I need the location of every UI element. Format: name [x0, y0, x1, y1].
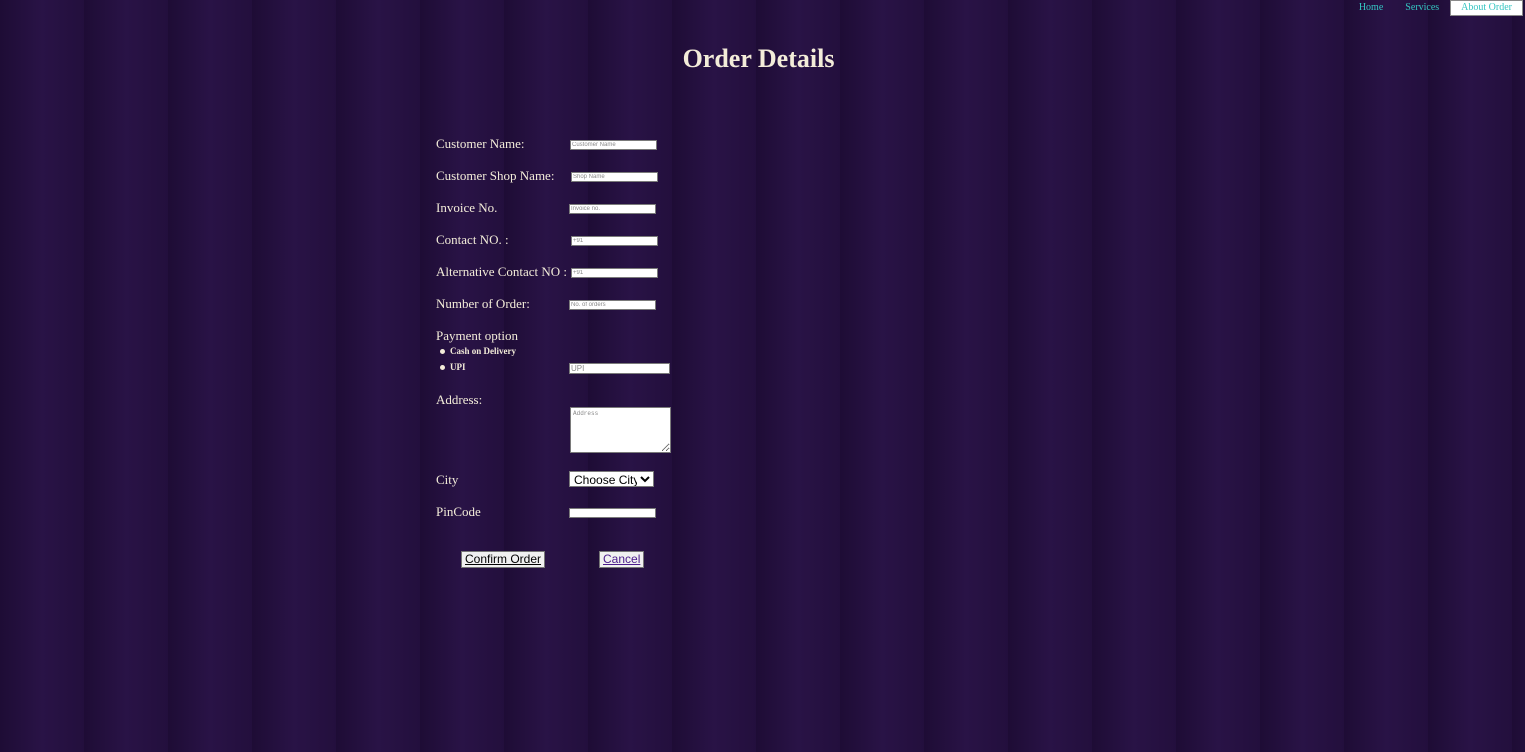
city-label: City: [436, 472, 459, 487]
upi-input[interactable]: [569, 363, 670, 374]
address-textarea[interactable]: [570, 407, 671, 453]
alt-contact-no-input[interactable]: [571, 268, 658, 278]
shop-name-label: Customer Shop Name:: [436, 168, 555, 183]
nav-about-order-link[interactable]: About Order: [1450, 0, 1523, 16]
page-title: Order Details: [682, 44, 835, 73]
upi-radio-label: UPI: [450, 362, 466, 372]
number-of-order-label: Number of Order:: [436, 296, 530, 311]
number-of-order-input[interactable]: [569, 300, 656, 310]
contact-no-label: Contact NO. :: [436, 232, 509, 247]
cancel-button[interactable]: Cancel: [599, 551, 645, 568]
pincode-label: PinCode: [436, 504, 481, 519]
payment-option-upi[interactable]: UPI: [440, 362, 466, 372]
nav-services-link[interactable]: Services: [1394, 0, 1450, 16]
confirm-order-button[interactable]: Confirm Order: [461, 551, 546, 568]
pincode-input[interactable]: [569, 508, 656, 518]
upi-radio[interactable]: [440, 364, 445, 370]
contact-no-input[interactable]: [571, 236, 658, 246]
cod-radio[interactable]: [440, 348, 445, 354]
alt-contact-no-label: Alternative Contact NO :: [436, 264, 568, 279]
shop-name-input[interactable]: [571, 172, 658, 182]
payment-option-label: Payment option: [436, 328, 518, 343]
city-select[interactable]: Choose City: [569, 471, 654, 487]
customer-name-label: Customer Name:: [436, 136, 525, 151]
payment-option-cod[interactable]: Cash on Delivery: [440, 346, 516, 356]
invoice-no-label: Invoice No.: [436, 200, 498, 215]
address-label: Address:: [436, 392, 483, 407]
customer-name-input[interactable]: [570, 140, 657, 150]
top-nav: Home Services About Order: [1348, 0, 1523, 16]
nav-home-link[interactable]: Home: [1348, 0, 1394, 16]
invoice-no-input[interactable]: [569, 204, 656, 214]
cod-radio-label: Cash on Delivery: [450, 346, 516, 356]
